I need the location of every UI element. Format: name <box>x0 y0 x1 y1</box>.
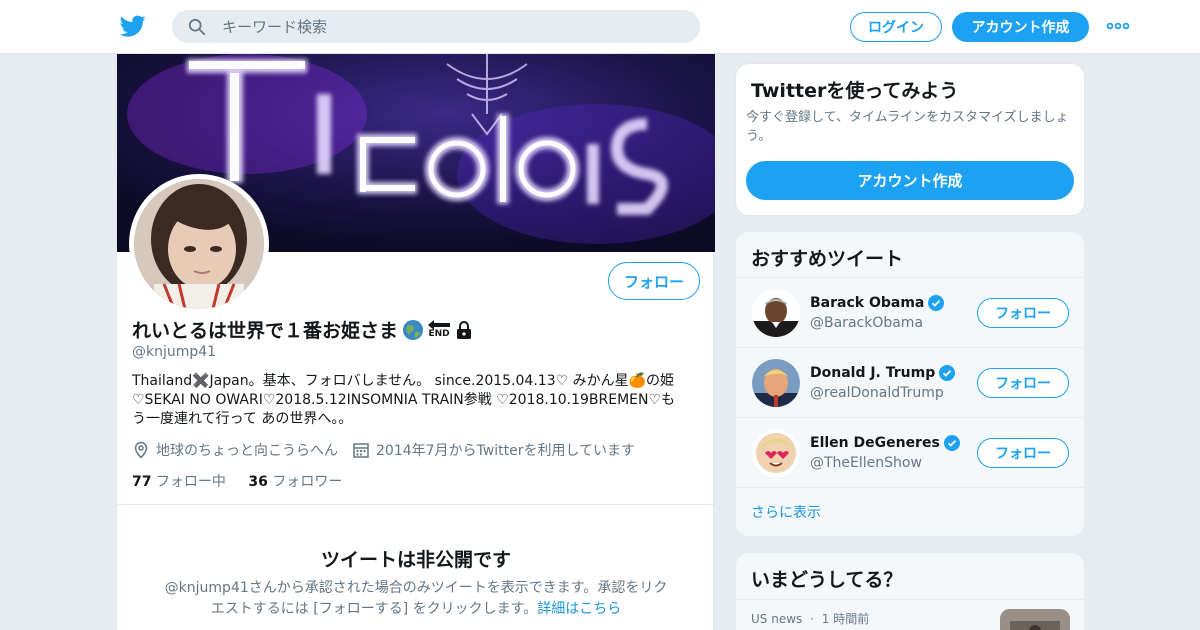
user-avatar[interactable] <box>752 429 800 477</box>
profile-handle: @knjump41 <box>132 344 217 360</box>
trends-divider <box>736 599 1084 600</box>
profile-counts: 77 フォロー中 36 フォロワー <box>132 471 342 491</box>
protected-tweets-description: @knjump41さんから承認された場合のみツイートを表示できます。承認をリク … <box>141 578 691 620</box>
protected-tweets-title: ツイートは非公開です <box>320 549 511 571</box>
trend-source: US news <box>751 612 803 626</box>
signup-card: Twitterを使ってみよう 今すぐ登録して、タイムラインをカスタマイズしましょ… <box>735 63 1085 216</box>
reco-user-row[interactable]: Ellen DeGeneres @TheEllenShow フォロー <box>736 417 1084 487</box>
show-more-link[interactable]: さらに表示 <box>751 502 821 522</box>
follow-button[interactable]: フォロー <box>977 298 1069 328</box>
trend-thumbnail-image[interactable] <box>1000 609 1070 630</box>
search-box[interactable] <box>172 10 700 43</box>
signup-card-description: 今すぐ登録して、タイムラインをカスタマイズしましょ う。 <box>746 108 1076 146</box>
signup-desc-line2: う。 <box>746 129 772 144</box>
protected-desc-line1: @knjump41さんから承認された場合のみツイートを表示できます。承認をリク <box>164 580 668 596</box>
calendar-icon <box>353 443 369 458</box>
following-label: フォロー中 <box>155 474 226 490</box>
trend-time: 1 時間前 <box>821 612 870 626</box>
bio-line: ♡SEKAI NO OWARI♡2018.5.12INSOMNIA TRAIN参… <box>132 392 676 408</box>
follow-button[interactable]: フォロー <box>977 368 1069 398</box>
user-name-text: Donald J. Trump <box>810 365 936 381</box>
signup-card-button[interactable]: アカウント作成 <box>746 161 1074 200</box>
profile-avatar[interactable] <box>129 174 269 314</box>
location-pin-icon <box>134 441 148 459</box>
verified-badge-icon <box>939 365 956 381</box>
protected-desc-line2: エストするには [フォローする] をクリックします。 <box>210 601 538 617</box>
user-name-text: Barack Obama <box>810 295 925 311</box>
profile-joined-date: 2014年7月からTwitterを利用しています <box>376 443 636 459</box>
reco-user-row[interactable]: Donald J. Trump @realDonaldTrump フォロー <box>736 347 1084 417</box>
user-avatar[interactable] <box>752 359 800 407</box>
trends-card: いまどうしてる？ US news · 1 時間前 <box>735 552 1085 630</box>
profile-meta: 地球のちょっと向こうらへん 2014年7月からTwitterを利用しています <box>132 440 635 460</box>
search-icon <box>188 18 206 36</box>
follow-button[interactable]: フォロー <box>608 262 700 300</box>
signup-button[interactable]: アカウント作成 <box>952 12 1089 42</box>
profile-display-name: れいとるは世界で１番お姫さま END <box>132 316 474 343</box>
more-options-icon[interactable] <box>1106 18 1130 34</box>
verified-badge-icon <box>943 435 960 451</box>
end-arrow-icon: END <box>428 320 451 339</box>
user-name[interactable]: Donald J. Trump <box>810 365 956 381</box>
followers-count: 36 <box>248 474 268 490</box>
trends-card-title: いまどうしてる？ <box>751 569 903 591</box>
display-name-text: れいとるは世界で１番お姫さま <box>132 320 399 342</box>
search-input[interactable] <box>222 10 682 43</box>
top-nav-bar: ログイン アカウント作成 <box>0 0 1200 54</box>
user-name[interactable]: Barack Obama <box>810 295 945 311</box>
lock-icon <box>457 320 472 339</box>
reco-card-title: おすすめツイート <box>751 248 904 270</box>
signup-desc-line1: 今すぐ登録して、タイムラインをカスタマイズしましょ <box>746 110 1069 125</box>
user-handle: @TheEllenShow <box>810 455 922 471</box>
dot-separator: · <box>810 612 814 626</box>
follow-button[interactable]: フォロー <box>977 438 1069 468</box>
learn-more-link[interactable]: 詳細はこちら <box>537 601 621 617</box>
followers-count-link[interactable]: 36 フォロワー <box>248 474 342 490</box>
section-divider <box>117 504 715 505</box>
user-avatar[interactable] <box>752 289 800 337</box>
user-handle: @realDonaldTrump <box>810 385 944 401</box>
following-count-link[interactable]: 77 フォロー中 <box>132 474 226 490</box>
bio-line: Thailand✖️Japan。基本、フォロバしません。 since.2015.… <box>132 373 675 389</box>
signup-card-title: Twitterを使ってみよう <box>751 80 959 102</box>
user-handle: @BarackObama <box>810 315 924 331</box>
verified-badge-icon <box>928 295 945 311</box>
bio-line: う一度連れて行って あの世界へ。。 <box>132 411 353 427</box>
user-name[interactable]: Ellen DeGeneres <box>810 435 960 451</box>
recommended-accounts-card: おすすめツイート Barack Obama @BarackObama フォロー <box>735 231 1085 537</box>
twitter-bird-icon[interactable] <box>120 13 146 39</box>
followers-label: フォロワー <box>272 474 343 490</box>
user-name-text: Ellen DeGeneres <box>810 435 940 451</box>
profile-column: フォロー れいとるは世界で１番お姫さま END @knjump41 Thaila… <box>116 54 715 630</box>
profile-bio: Thailand✖️Japan。基本、フォロバしません。 since.2015.… <box>132 372 702 429</box>
end-label: END <box>428 329 450 339</box>
reco-user-row[interactable]: Barack Obama @BarackObama フォロー <box>736 277 1084 347</box>
globe-icon <box>403 319 424 340</box>
trend-item-meta[interactable]: US news · 1 時間前 <box>751 610 869 627</box>
login-button[interactable]: ログイン <box>850 12 942 42</box>
profile-location: 地球のちょっと向こうらへん <box>156 443 338 459</box>
following-count: 77 <box>132 474 152 490</box>
